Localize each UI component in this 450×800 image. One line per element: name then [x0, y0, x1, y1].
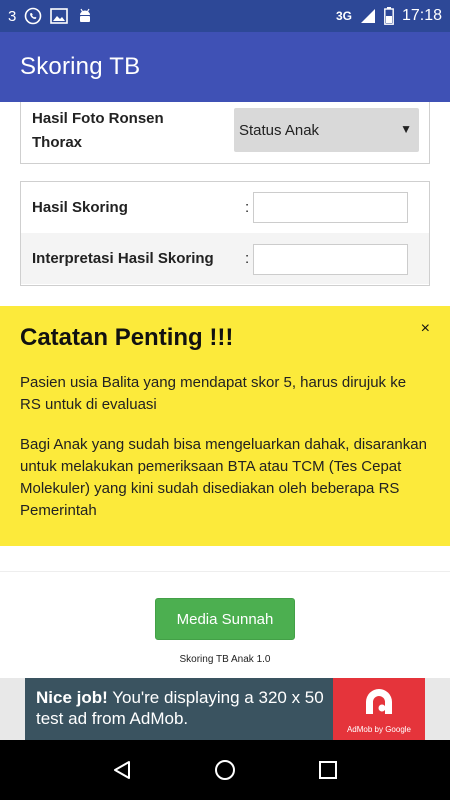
close-icon[interactable]: ×	[421, 320, 430, 338]
media-sunnah-button[interactable]: Media Sunnah	[155, 598, 295, 640]
back-icon[interactable]	[102, 750, 142, 790]
xray-card: Hasil Foto Ronsen Thorax Status Anak ▼	[20, 102, 430, 164]
battery-icon	[384, 7, 394, 25]
score-row: Hasil Skoring :	[21, 182, 429, 233]
interpretation-label: Interpretasi Hasil Skoring	[32, 250, 214, 267]
navigation-bar	[0, 740, 450, 800]
whatsapp-icon	[24, 7, 42, 25]
admob-logo: AdMob by Google	[333, 678, 425, 740]
app-bar: Skoring TB	[0, 32, 450, 102]
divider	[0, 571, 450, 572]
status-bar: 3 3G 17:18	[0, 0, 450, 32]
home-icon[interactable]	[205, 750, 245, 790]
android-icon	[76, 7, 94, 25]
notice-title: Catatan Penting !!!	[20, 324, 234, 351]
ad-container: Nice job! You're displaying a 320 x 50 t…	[0, 678, 450, 740]
recents-icon[interactable]	[308, 750, 348, 790]
signal-icon	[360, 8, 376, 24]
network-type: 3G	[335, 9, 352, 23]
notice-paragraph-2: Bagi Anak yang sudah bisa mengeluarkan d…	[20, 436, 427, 519]
ad-headline: Nice job!	[36, 688, 108, 707]
image-icon	[50, 8, 69, 24]
interpretation-colon: :	[245, 250, 250, 267]
xray-select[interactable]: Status Anak ▼	[234, 108, 419, 152]
app-version: Skoring TB Anak 1.0	[179, 654, 271, 665]
interpretation-field[interactable]	[253, 244, 408, 275]
notice-paragraph-1: Pasien usia Balita yang mendapat skor 5,…	[20, 374, 407, 413]
ad-banner[interactable]: Nice job! You're displaying a 320 x 50 t…	[25, 678, 425, 740]
score-label: Hasil Skoring	[32, 199, 128, 216]
score-field[interactable]	[253, 192, 408, 223]
xray-select-value: Status Anak	[239, 121, 320, 139]
interpretation-row: Interpretasi Hasil Skoring :	[21, 233, 429, 284]
score-colon: :	[245, 199, 250, 216]
ad-text: Nice job! You're displaying a 320 x 50 t…	[36, 687, 336, 729]
notification-count: 3	[8, 7, 17, 25]
admob-icon	[366, 689, 392, 714]
app-title: Skoring TB	[20, 53, 141, 80]
result-card: Hasil Skoring : Interpretasi Hasil Skori…	[20, 181, 430, 286]
xray-label: Hasil Foto Ronsen Thorax	[32, 110, 164, 151]
clock: 17:18	[401, 7, 442, 24]
dropdown-arrow-icon: ▼	[400, 122, 412, 136]
admob-brand: AdMob by Google	[346, 725, 412, 734]
important-notice: Catatan Penting !!! × Pasien usia Balita…	[0, 306, 450, 546]
